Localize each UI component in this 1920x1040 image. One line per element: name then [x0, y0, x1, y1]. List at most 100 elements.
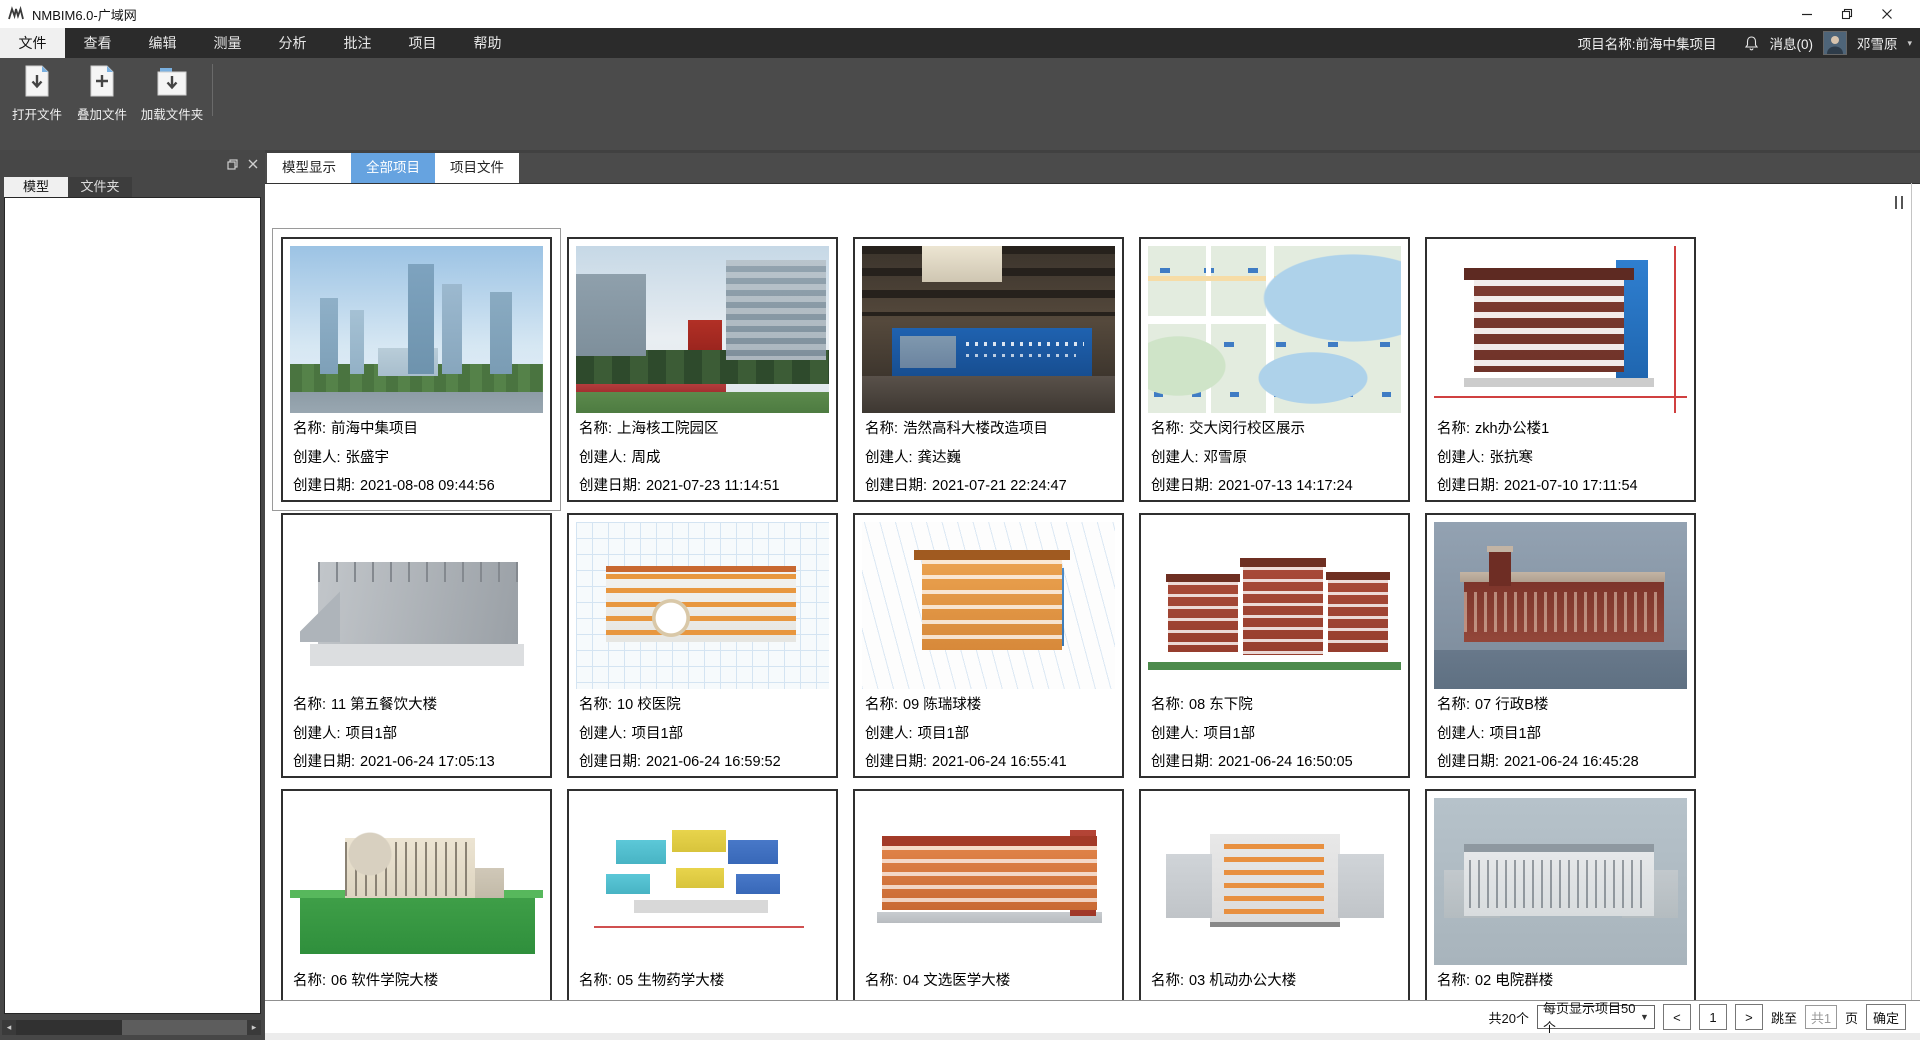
main-tab-2[interactable]: 全部项目 — [351, 153, 435, 183]
project-name-value: 05 生物药学大楼 — [617, 973, 724, 989]
main-tab-3[interactable]: 项目文件 — [435, 153, 519, 183]
splitter-handle-icon[interactable] — [1895, 196, 1907, 209]
project-name-label: 名称: — [865, 421, 898, 437]
restore-icon[interactable] — [1840, 7, 1854, 21]
cards-grid: 名称:前海中集项目创建人:张盛宇创建日期:2021-08-08 09:44:56… — [281, 237, 1696, 1001]
project-name-line: 名称:06 软件学院大楼 — [293, 970, 550, 994]
project-date-value: 2021-06-24 16:55:41 — [932, 754, 1067, 770]
messages-badge[interactable]: 消息(0) — [1769, 33, 1813, 53]
file-plus-icon — [87, 64, 117, 100]
panel-tabs: 模型 文件夹 — [4, 177, 132, 197]
open-file-label: 打开文件 — [12, 108, 62, 122]
user-name[interactable]: 邓雪原 — [1857, 33, 1898, 53]
menu-item-7[interactable]: 项目 — [390, 28, 455, 58]
scroll-left-icon[interactable]: ◂ — [2, 1020, 16, 1035]
avatar[interactable] — [1823, 31, 1847, 55]
project-card[interactable]: 名称:浩然高科大楼改造项目创建人:龚达巍创建日期:2021-07-21 22:2… — [853, 237, 1124, 502]
project-card[interactable]: 名称:06 软件学院大楼 — [281, 789, 552, 1001]
project-name-label: 名称: — [293, 973, 326, 989]
next-page-button[interactable]: > — [1735, 1004, 1763, 1030]
project-name-value: 10 校医院 — [617, 697, 681, 713]
project-thumbnail — [576, 246, 829, 413]
project-card[interactable]: 名称:04 文选医学大楼 — [853, 789, 1124, 1001]
scrollbar-thumb[interactable] — [16, 1020, 122, 1035]
project-name-line: 名称:03 机动办公大楼 — [1151, 970, 1408, 994]
project-thumbnail — [1434, 798, 1687, 965]
scroll-right-icon[interactable]: ▸ — [247, 1020, 261, 1035]
project-creator-value: 张盛宇 — [346, 450, 390, 466]
confirm-button[interactable]: 确定 — [1866, 1004, 1906, 1030]
model-tree-panel — [4, 197, 261, 1014]
current-page-button[interactable]: 1 — [1699, 1004, 1727, 1030]
project-card[interactable]: 名称:上海核工院园区创建人:周成创建日期:2021-07-23 11:14:51 — [567, 237, 838, 502]
folder-download-icon — [155, 64, 189, 100]
project-card[interactable]: 名称:09 陈瑞球楼创建人:项目1部创建日期:2021-06-24 16:55:… — [853, 513, 1124, 778]
project-creator-line: 创建人:邓雪原 — [1151, 447, 1408, 471]
load-folder-button[interactable]: 加载文件夹 — [137, 64, 207, 123]
project-creator-line: 创建人:项目1部 — [865, 723, 1122, 747]
menu-item-2[interactable]: 查看 — [65, 28, 130, 58]
menu-item-5[interactable]: 分析 — [260, 28, 325, 58]
jump-page-input[interactable]: 共1 — [1805, 1005, 1837, 1029]
project-date-label: 创建日期: — [579, 478, 641, 494]
project-date-line: 创建日期:2021-06-24 16:45:28 — [1437, 751, 1694, 775]
project-card[interactable]: 名称:03 机动办公大楼 — [1139, 789, 1410, 1001]
menu-item-4[interactable]: 测量 — [195, 28, 260, 58]
app-logo-icon — [8, 6, 24, 22]
project-thumbnail — [1434, 246, 1687, 413]
title-bar: NMBIM6.0-广域网 — [0, 0, 1920, 28]
project-name-label: 名称: — [1437, 973, 1470, 989]
menu-item-6[interactable]: 批注 — [325, 28, 390, 58]
project-card[interactable]: 名称:08 东下院创建人:项目1部创建日期:2021-06-24 16:50:0… — [1139, 513, 1410, 778]
project-name-label: 项目名称:前海中集项目 — [1578, 33, 1717, 53]
ribbon-toolbar: 打开文件 叠加文件 加载文件夹 — [0, 58, 1920, 150]
prev-page-button[interactable]: < — [1663, 1004, 1691, 1030]
project-name-line: 名称: 07 行政B楼 — [1437, 694, 1694, 718]
project-thumbnail — [290, 522, 543, 689]
close-icon[interactable] — [1880, 7, 1894, 21]
panel-float-icon[interactable] — [226, 158, 238, 170]
overlay-file-button[interactable]: 叠加文件 — [70, 64, 134, 123]
project-creator-line: 创建人:张抗寒 — [1437, 447, 1694, 471]
panel-tab-folder[interactable]: 文件夹 — [68, 177, 132, 197]
user-caret-icon[interactable]: ▾ — [1907, 38, 1912, 49]
project-name-line: 名称:05 生物药学大楼 — [579, 970, 836, 994]
project-date-value: 2021-07-23 11:14:51 — [646, 478, 780, 494]
main-tab-1[interactable]: 模型显示 — [267, 153, 351, 183]
project-card[interactable]: 名称:05 生物药学大楼 — [567, 789, 838, 1001]
menu-item-1[interactable]: 文件 — [0, 28, 65, 58]
panel-tab-model[interactable]: 模型 — [4, 177, 68, 197]
menu-item-8[interactable]: 帮助 — [455, 28, 520, 58]
project-date-line: 创建日期: 2021-07-23 11:14:51 — [579, 475, 836, 499]
project-date-label: 创建日期: — [1151, 754, 1213, 770]
project-card[interactable]: 名称:交大闵行校区展示创建人:邓雪原创建日期:2021-07-13 14:17:… — [1139, 237, 1410, 502]
project-creator-value: 张抗寒 — [1490, 450, 1534, 466]
panel-close-icon[interactable] — [247, 158, 259, 170]
project-card[interactable]: 名称:前海中集项目创建人:张盛宇创建日期:2021-08-08 09:44:56 — [281, 237, 552, 502]
dropdown-caret-icon: ▼ — [1640, 1012, 1649, 1022]
project-card[interactable]: 名称:11 第五餐饮大楼创建人:项目1部创建日期:2021-06-24 17:0… — [281, 513, 552, 778]
panel-horizontal-scrollbar[interactable]: ◂ ▸ — [2, 1020, 261, 1035]
vertical-scrollbar[interactable] — [1911, 183, 1912, 1000]
project-name-label: 名称: — [1151, 421, 1184, 437]
panel-header — [226, 158, 259, 170]
menu-item-3[interactable]: 编辑 — [130, 28, 195, 58]
project-name-label: 名称: — [1437, 697, 1470, 713]
project-name-line: 名称: 浩然高科大楼改造项目 — [865, 418, 1122, 442]
project-card[interactable]: 名称:07 行政B楼创建人:项目1部创建日期:2021-06-24 16:45:… — [1425, 513, 1696, 778]
open-file-button[interactable]: 打开文件 — [5, 64, 69, 123]
minimize-icon[interactable] — [1800, 7, 1814, 21]
bell-icon[interactable] — [1744, 35, 1759, 51]
project-name-label: 名称: — [579, 421, 612, 437]
menu-bar: 文件查看编辑测量分析批注项目帮助 项目名称:前海中集项目 消息(0) 邓雪原 ▾ — [0, 28, 1920, 58]
project-card[interactable]: 名称: 02 电院群楼 — [1425, 789, 1696, 1001]
project-card[interactable]: 名称:zkh办公楼1创建人:张抗寒创建日期:2021-07-10 17:11:5… — [1425, 237, 1696, 502]
project-card[interactable]: 名称:10 校医院创建人:项目1部创建日期:2021-06-24 16:59:5… — [567, 513, 838, 778]
project-name-value: 02 电院群楼 — [1475, 973, 1553, 989]
project-name-value: 07 行政B楼 — [1475, 697, 1548, 713]
project-creator-line: 创建人:项目1部 — [1151, 723, 1408, 747]
project-name-value: 浩然高科大楼改造项目 — [903, 421, 1048, 437]
project-name-value: 09 陈瑞球楼 — [903, 697, 981, 713]
page-size-dropdown[interactable]: 每页显示项目50个 ▼ — [1537, 1005, 1655, 1029]
project-creator-line: 创建人:项目1部 — [293, 723, 550, 747]
